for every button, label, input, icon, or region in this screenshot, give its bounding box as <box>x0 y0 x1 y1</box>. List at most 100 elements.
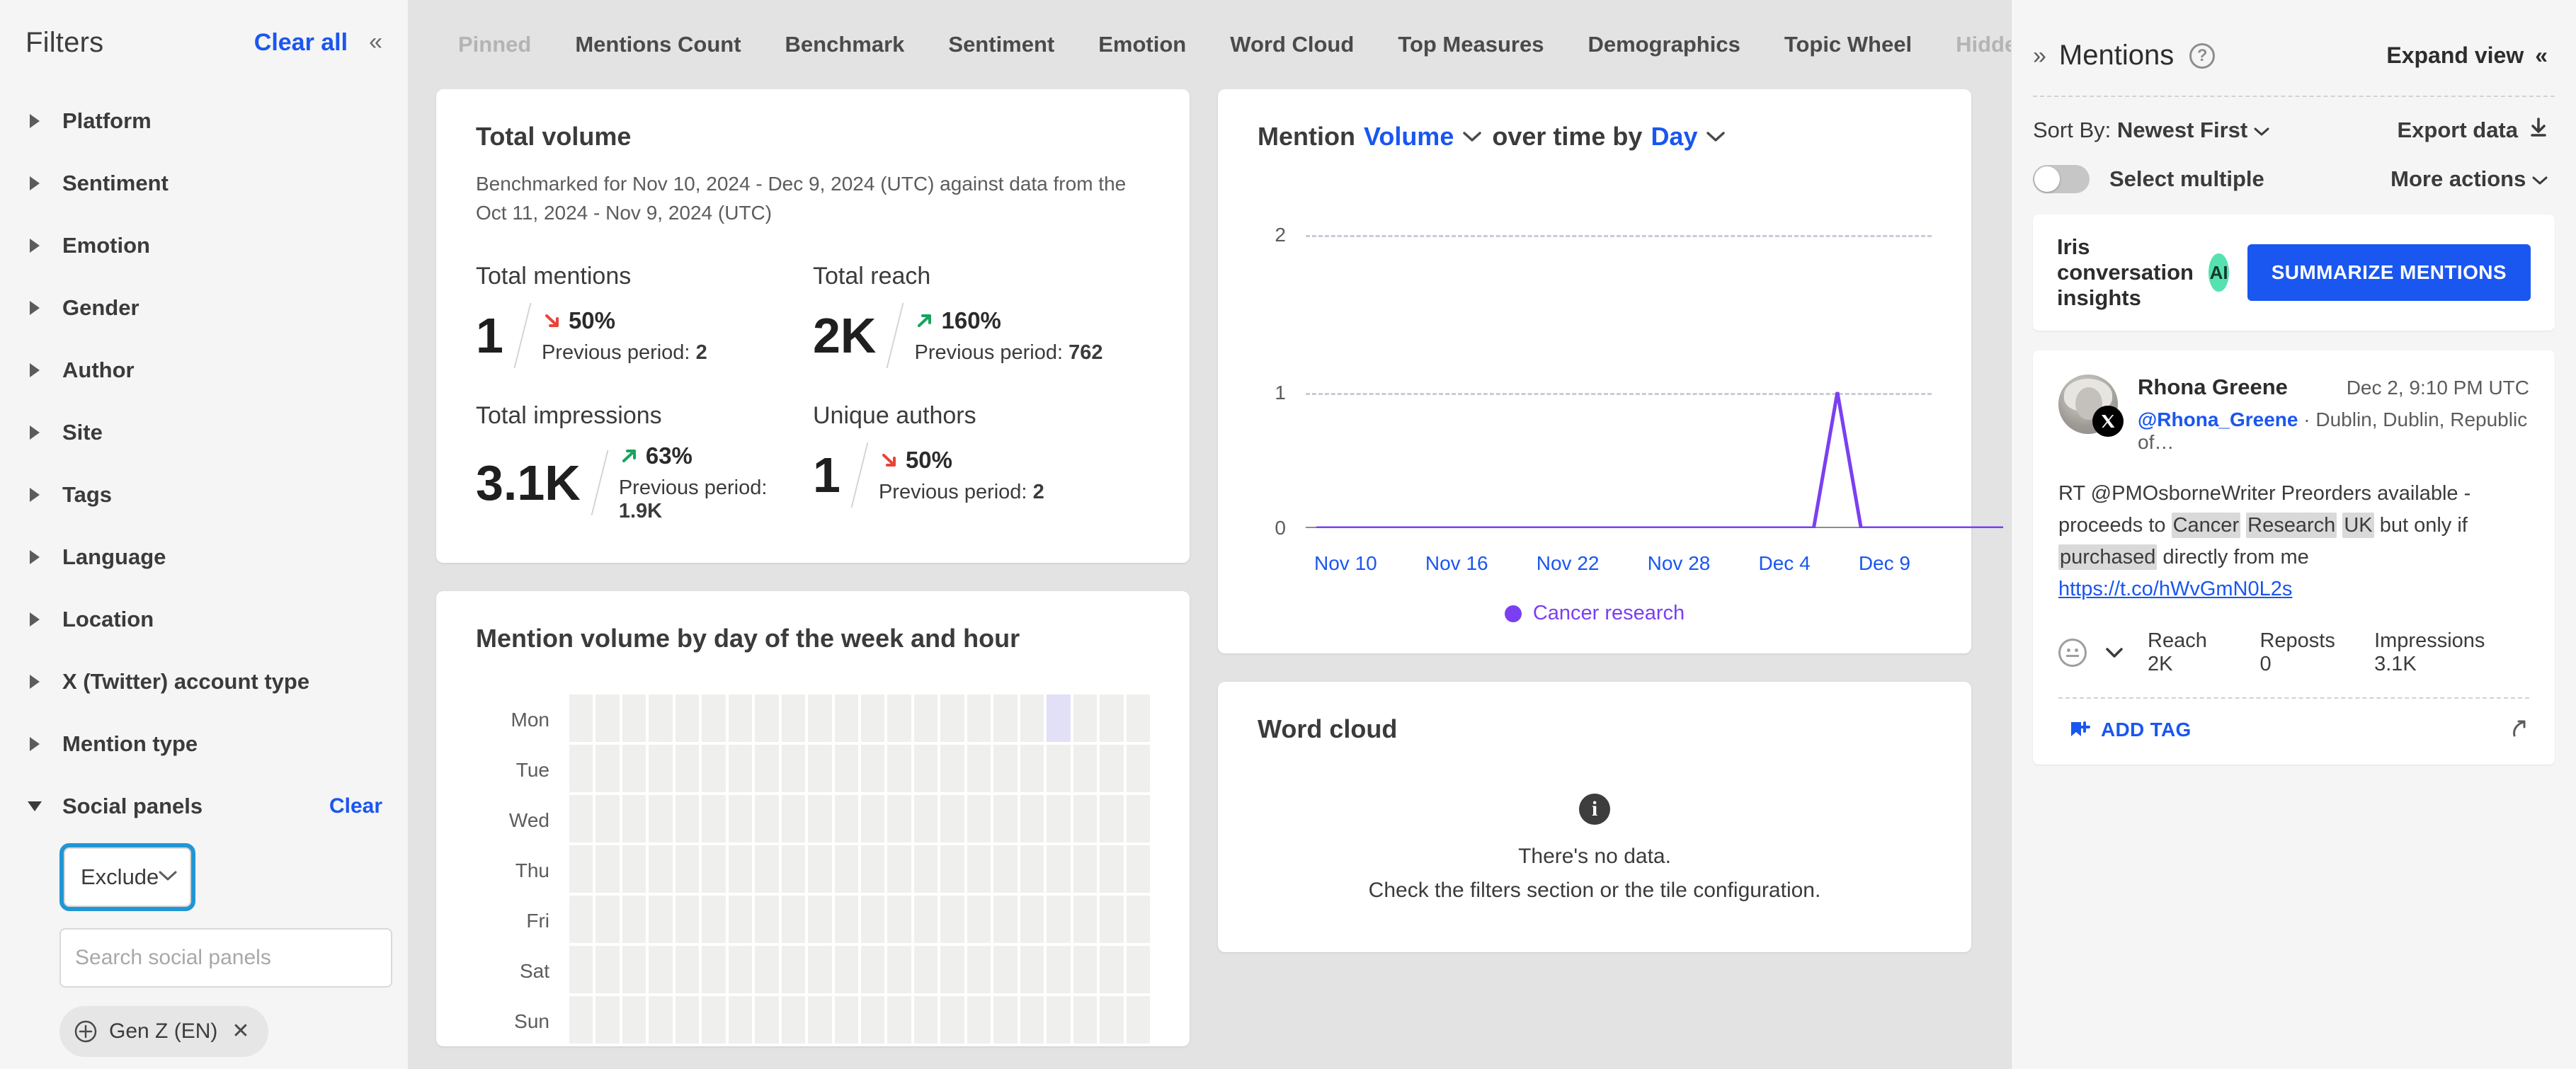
heatmap-cell[interactable] <box>649 795 673 843</box>
chevron-double-right-icon[interactable]: » <box>2033 44 2046 68</box>
heatmap-cell[interactable] <box>993 996 1018 1044</box>
heatmap-cell[interactable] <box>887 795 911 843</box>
heatmap-cell[interactable] <box>649 694 673 743</box>
heatmap-cell[interactable] <box>781 745 806 793</box>
heatmap-cell[interactable] <box>860 996 885 1044</box>
tab-benchmark[interactable]: Benchmark <box>763 32 927 57</box>
heatmap-cell[interactable] <box>1100 795 1124 843</box>
heatmap-cell[interactable] <box>781 896 806 944</box>
heatmap-cell[interactable] <box>1073 896 1098 944</box>
heatmap-cell[interactable] <box>940 946 964 994</box>
heatmap-cell[interactable] <box>595 745 620 793</box>
heatmap-cell[interactable] <box>1047 694 1071 743</box>
heatmap-cell[interactable] <box>1100 745 1124 793</box>
heatmap-cell[interactable] <box>675 946 700 994</box>
heatmap-cell[interactable] <box>755 845 779 893</box>
heatmap-cell[interactable] <box>993 694 1018 743</box>
filter-section-tags[interactable]: Tags <box>0 464 408 526</box>
heatmap-cell[interactable] <box>1073 795 1098 843</box>
mention-link[interactable]: https://t.co/hWvGmN0L2s <box>2058 578 2292 600</box>
question-mark-icon[interactable]: ? <box>2189 42 2216 69</box>
filter-section-x-account-type[interactable]: X (Twitter) account type <box>0 651 408 713</box>
heatmap-cell[interactable] <box>755 694 779 743</box>
heatmap-cell[interactable] <box>967 795 991 843</box>
heatmap-cell[interactable] <box>728 996 753 1044</box>
heatmap-cell[interactable] <box>622 996 646 1044</box>
heatmap-cell[interactable] <box>595 845 620 893</box>
heatmap-cell[interactable] <box>569 845 593 893</box>
heatmap-cell[interactable] <box>595 996 620 1044</box>
heatmap-cell[interactable] <box>1073 996 1098 1044</box>
heatmap-cell[interactable] <box>834 896 858 944</box>
heatmap-cell[interactable] <box>1020 845 1044 893</box>
heatmap-cell[interactable] <box>860 896 885 944</box>
heatmap-cell[interactable] <box>781 694 806 743</box>
heatmap-cell[interactable] <box>834 694 858 743</box>
heatmap-cell[interactable] <box>1047 946 1071 994</box>
clear-all-button[interactable]: Clear all <box>254 29 348 57</box>
social-panels-mode-select[interactable]: Exclude <box>59 843 195 911</box>
heatmap-cell[interactable] <box>913 694 938 743</box>
heatmap-cell[interactable] <box>622 745 646 793</box>
heatmap-cell[interactable] <box>887 745 911 793</box>
heatmap-cell[interactable] <box>569 946 593 994</box>
sidebar-collapse-icon[interactable]: « <box>369 30 382 57</box>
tab-pinned[interactable]: Pinned <box>436 32 553 57</box>
filter-section-language[interactable]: Language <box>0 526 408 588</box>
heatmap-cell[interactable] <box>702 946 726 994</box>
chart-legend[interactable]: Cancer research <box>1258 602 1932 625</box>
mention-card[interactable]: Rhona Greene Dec 2, 9:10 PM UTC @Rhona_G… <box>2033 350 2555 765</box>
heatmap-cell[interactable] <box>569 694 593 743</box>
filter-section-author[interactable]: Author <box>0 339 408 401</box>
heatmap-cell[interactable] <box>1020 795 1044 843</box>
heatmap-cell[interactable] <box>808 745 832 793</box>
heatmap-cell[interactable] <box>702 845 726 893</box>
heatmap-cell[interactable] <box>1126 996 1150 1044</box>
heatmap-cell[interactable] <box>755 996 779 1044</box>
export-data-button[interactable]: Export data <box>2397 117 2548 144</box>
open-external-icon[interactable] <box>2507 717 2529 743</box>
heatmap-cell[interactable] <box>834 795 858 843</box>
heatmap-cell[interactable] <box>569 996 593 1044</box>
heatmap-cell[interactable] <box>569 745 593 793</box>
heatmap-cell[interactable] <box>728 795 753 843</box>
heatmap-cell[interactable] <box>675 896 700 944</box>
heatmap-cell[interactable] <box>913 795 938 843</box>
heatmap-cell[interactable] <box>993 946 1018 994</box>
heatmap-cell[interactable] <box>834 845 858 893</box>
mention-author-handle[interactable]: @Rhona_Greene <box>2138 408 2298 430</box>
heatmap-cell[interactable] <box>1100 845 1124 893</box>
filter-section-emotion[interactable]: Emotion <box>0 215 408 277</box>
heatmap-cell[interactable] <box>993 845 1018 893</box>
close-icon[interactable]: ✕ <box>232 1021 249 1042</box>
filter-section-location[interactable]: Location <box>0 588 408 651</box>
heatmap-cell[interactable] <box>649 996 673 1044</box>
heatmap-cell[interactable] <box>940 795 964 843</box>
heatmap-cell[interactable] <box>675 795 700 843</box>
tab-mentions-count[interactable]: Mentions Count <box>553 32 763 57</box>
heatmap-cell[interactable] <box>1126 946 1150 994</box>
heatmap-cell[interactable] <box>728 896 753 944</box>
heatmap-cell[interactable] <box>940 845 964 893</box>
expand-view-button[interactable]: Expand view « <box>2386 42 2548 69</box>
heatmap-cell[interactable] <box>913 745 938 793</box>
chevron-down-icon[interactable] <box>2105 647 2124 658</box>
heatmap-cell[interactable] <box>781 845 806 893</box>
heatmap-cell[interactable] <box>1020 694 1044 743</box>
heatmap-cell[interactable] <box>993 795 1018 843</box>
heatmap-cell[interactable] <box>1100 946 1124 994</box>
heatmap-cell[interactable] <box>913 896 938 944</box>
heatmap-cell[interactable] <box>622 896 646 944</box>
heatmap-cell[interactable] <box>702 745 726 793</box>
filter-section-social-panels[interactable]: Social panels Clear <box>0 775 408 838</box>
heatmap-cell[interactable] <box>860 946 885 994</box>
heatmap-cell[interactable] <box>649 896 673 944</box>
more-actions-dropdown[interactable]: More actions <box>2390 166 2548 192</box>
heatmap-cell[interactable] <box>1020 896 1044 944</box>
filter-section-mention-type[interactable]: Mention type <box>0 713 408 775</box>
heatmap-cell[interactable] <box>967 694 991 743</box>
heatmap-cell[interactable] <box>1073 694 1098 743</box>
sort-by-dropdown[interactable]: Sort By: Newest First <box>2033 118 2269 143</box>
heatmap-cell[interactable] <box>595 795 620 843</box>
heatmap-cell[interactable] <box>569 795 593 843</box>
